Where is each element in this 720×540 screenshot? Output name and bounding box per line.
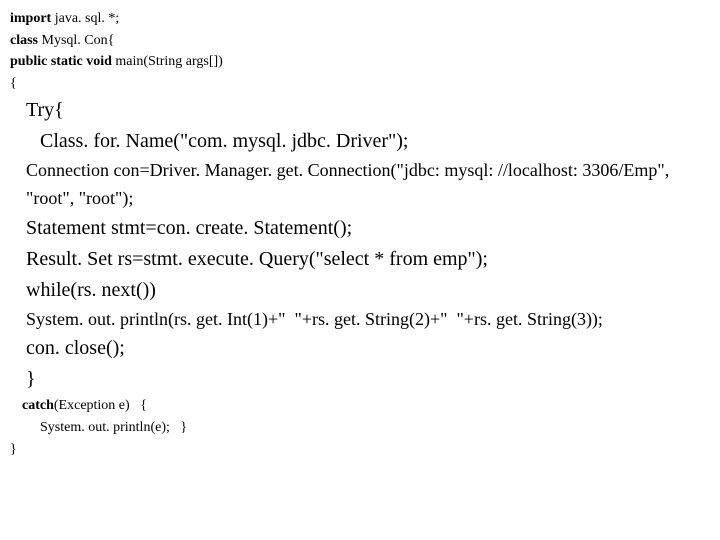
code-text: Mysql. Con{ (38, 33, 114, 48)
code-text: Connection con=Driver. Manager. get. Con… (26, 160, 669, 180)
code-line: Try{ (10, 95, 710, 126)
code-line: con. close(); (10, 333, 710, 364)
code-line: Statement stmt=con. create. Statement(); (10, 213, 710, 244)
code-text: (Exception e) { (54, 398, 147, 413)
code-text: } (10, 442, 17, 457)
code-line: System. out. println(rs. get. Int(1)+" "… (10, 306, 710, 334)
code-text: Statement stmt=con. create. Statement(); (26, 217, 352, 239)
code-line: "root", "root"); (10, 185, 710, 213)
code-line: class Mysql. Con{ (10, 30, 710, 52)
code-line: Class. for. Name("com. mysql. jdbc. Driv… (10, 126, 710, 157)
code-line: Connection con=Driver. Manager. get. Con… (10, 157, 710, 185)
keyword-catch: catch (22, 398, 54, 413)
code-text: System. out. println(e); } (40, 420, 187, 435)
code-text: System. out. println(rs. get. Int(1)+" "… (26, 309, 603, 329)
code-text: java. sql. *; (51, 11, 119, 26)
code-line: } (10, 439, 710, 461)
code-text: Result. Set rs=stmt. execute. Query("sel… (26, 248, 488, 270)
code-line: public static void main(String args[]) (10, 51, 710, 73)
code-line: } (10, 364, 710, 395)
code-text: { (10, 76, 17, 91)
code-text: con. close(); (26, 337, 125, 359)
code-line: catch(Exception e) { (10, 395, 710, 417)
code-text: Try{ (26, 99, 64, 121)
code-line: { (10, 73, 710, 95)
keyword-class: class (10, 33, 38, 48)
keyword-public-static-void: public static void (10, 54, 112, 69)
code-text: "root", "root"); (26, 188, 133, 208)
code-text: main(String args[]) (112, 54, 223, 69)
code-text: while(rs. next()) (26, 279, 156, 301)
code-line: Result. Set rs=stmt. execute. Query("sel… (10, 244, 710, 275)
code-line: import java. sql. *; (10, 8, 710, 30)
code-line: System. out. println(e); } (10, 417, 710, 439)
code-line: while(rs. next()) (10, 275, 710, 306)
code-text: Class. for. Name("com. mysql. jdbc. Driv… (40, 130, 408, 152)
code-text: } (26, 368, 36, 390)
keyword-import: import (10, 11, 51, 26)
